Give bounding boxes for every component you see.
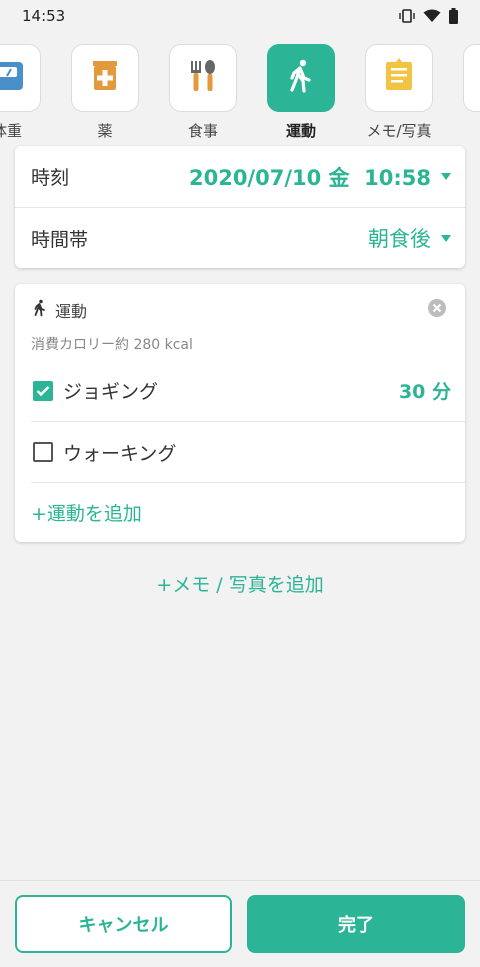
done-button[interactable]: 完了	[247, 895, 465, 953]
category-memo[interactable]: メモ/写真	[364, 44, 434, 141]
memo-icon	[379, 56, 419, 100]
dropdown-arrow-icon	[441, 234, 451, 242]
category-exercise[interactable]: 運動	[266, 44, 336, 141]
exercise-title: 運動	[55, 302, 88, 321]
scale-icon	[0, 56, 27, 100]
category-label: 薬	[97, 122, 113, 140]
period-row[interactable]: 時間帯 朝食後	[15, 207, 465, 268]
status-bar: 14:53	[0, 0, 480, 32]
dropdown-arrow-icon	[441, 173, 451, 180]
category-bar: 体重 薬 食事 運動 メモ/写真	[0, 34, 480, 144]
exercise-header: 運動	[31, 298, 87, 322]
category-label: 体重	[0, 122, 22, 140]
add-exercise-link[interactable]: +運動を追加	[31, 499, 142, 526]
cancel-button[interactable]: キャンセル	[15, 895, 232, 953]
fork-spoon-icon	[183, 56, 223, 100]
category-meal[interactable]: 食事	[168, 44, 238, 141]
time-text: 2020/07/10 金 10:58	[188, 165, 431, 190]
period-text: 朝食後	[368, 227, 431, 251]
category-label: 運動	[285, 122, 316, 140]
exercise-item-walking[interactable]: ウォーキング	[31, 421, 465, 482]
exercise-duration[interactable]: 30 分	[399, 377, 451, 404]
checkbox-unchecked[interactable]	[33, 442, 53, 462]
category-more[interactable]	[462, 44, 480, 112]
category-weight[interactable]: 体重	[0, 44, 42, 141]
period-value[interactable]: 朝食後	[368, 223, 451, 253]
medicine-box-icon	[85, 56, 125, 100]
category-medicine[interactable]: 薬	[70, 44, 140, 141]
exercise-item-jogging[interactable]: ジョギング 30 分	[15, 360, 465, 421]
time-label: 時刻	[31, 167, 70, 189]
walking-icon	[283, 58, 319, 98]
exercise-card: 運動 消費カロリー約 280 kcal ジョギング 30 分 ウォーキング +運…	[15, 284, 465, 542]
category-label: 食事	[187, 122, 218, 140]
bottom-bar: キャンセル 完了	[0, 880, 480, 967]
wifi-icon	[423, 9, 441, 23]
exercise-item-label: ウォーキング	[63, 442, 177, 465]
status-time: 14:53	[22, 7, 66, 25]
battery-icon	[449, 8, 458, 24]
vibrate-icon	[399, 9, 415, 23]
add-memo-photo-link[interactable]: +メモ / 写真を追加	[0, 570, 480, 597]
walking-icon	[31, 298, 49, 322]
time-card: 時刻 2020/07/10 金 10:58 時間帯 朝食後	[15, 146, 465, 268]
checkbox-checked[interactable]	[33, 380, 53, 401]
add-exercise-row[interactable]: +運動を追加	[31, 482, 465, 542]
close-icon[interactable]	[427, 298, 447, 322]
period-label: 時間帯	[31, 228, 89, 251]
time-value[interactable]: 2020/07/10 金 10:58	[189, 162, 451, 192]
category-label: メモ/写真	[366, 122, 432, 140]
time-row[interactable]: 時刻 2020/07/10 金 10:58	[15, 146, 465, 207]
calorie-text: 消費カロリー約 280 kcal	[31, 337, 193, 353]
exercise-item-label: ジョギング	[63, 381, 159, 403]
